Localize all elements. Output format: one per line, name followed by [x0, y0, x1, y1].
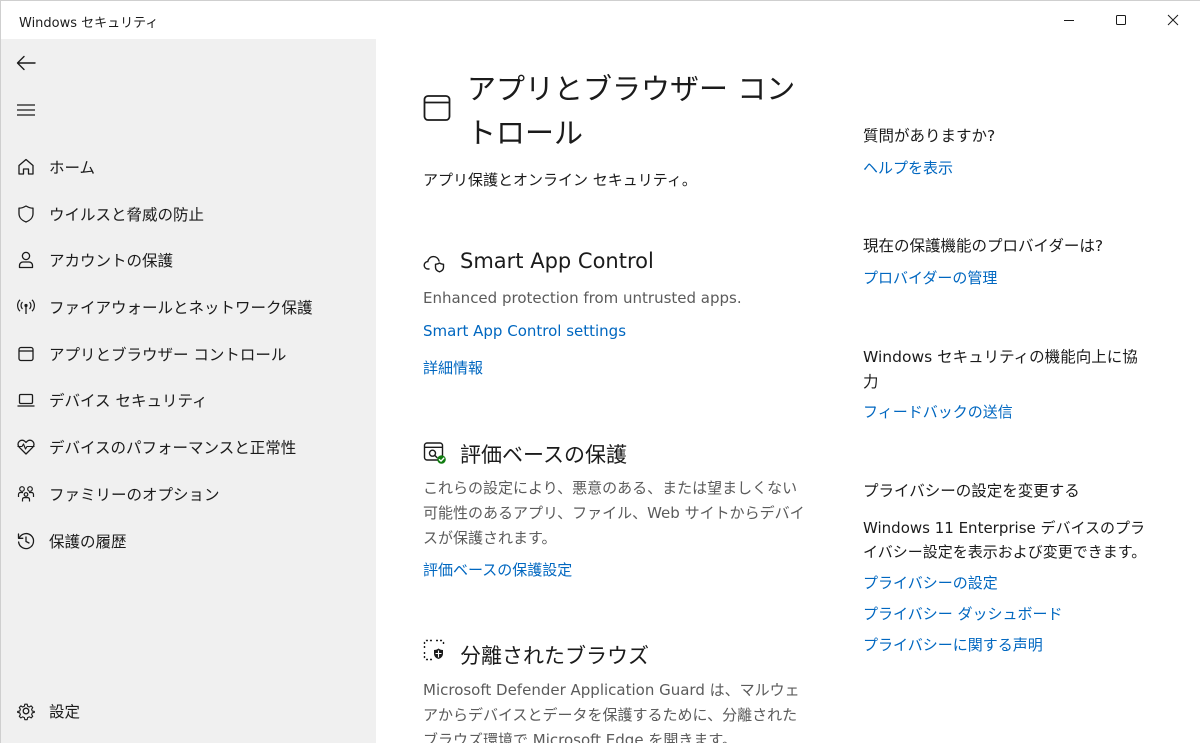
- help-heading: 質問がありますか?: [863, 127, 996, 145]
- privacy-heading: プライバシーの設定を変更する: [863, 482, 1080, 500]
- sidebar-item-firewall[interactable]: ファイアウォールとネットワーク保護: [5, 287, 370, 327]
- history-icon: [15, 530, 37, 552]
- app-window-icon: [423, 94, 451, 122]
- section-title-reputation-protection: 評価ベースの保護: [460, 443, 627, 467]
- privacy-text: Windows 11 Enterprise デバイスのプライバシー設定を表示およ…: [863, 519, 1147, 561]
- maximize-button[interactable]: [1095, 1, 1147, 39]
- sidebar-item-label: ファミリーのオプション: [49, 486, 220, 504]
- improve-heading: Windows セキュリティの機能向上に協力: [863, 348, 1138, 391]
- title-bar: Windows セキュリティ: [1, 1, 1200, 39]
- minimize-icon: [1064, 20, 1074, 21]
- close-button[interactable]: [1147, 1, 1199, 39]
- page-title: アプリとブラウザー コントロール: [467, 72, 796, 150]
- person-icon: [15, 249, 37, 271]
- sidebar-item-label: アプリとブラウザー コントロール: [49, 346, 287, 364]
- sidebar-item-account-protection[interactable]: アカウントの保護: [5, 240, 370, 280]
- sidebar-item-label: デバイスのパフォーマンスと正常性: [49, 439, 297, 457]
- sidebar-item-label: ウイルスと脅威の防止: [49, 206, 205, 224]
- close-icon: [1167, 14, 1179, 26]
- sidebar-item-device-security[interactable]: デバイス セキュリティ: [5, 380, 370, 420]
- sidebar-item-label: ファイアウォールとネットワーク保護: [49, 299, 313, 317]
- window-title: Windows セキュリティ: [19, 16, 159, 31]
- minimize-button[interactable]: [1043, 1, 1095, 39]
- laptop-icon: [15, 389, 37, 411]
- gear-icon: [15, 700, 37, 722]
- back-button[interactable]: [11, 49, 41, 77]
- learn-more-link[interactable]: 詳細情報: [423, 357, 483, 378]
- reputation-protection-settings-link[interactable]: 評価ベースの保護設定: [423, 559, 572, 580]
- provider-heading: 現在の保護機能のプロバイダーは?: [863, 237, 1104, 255]
- sidebar-item-label: アカウントの保護: [49, 252, 174, 270]
- section-text-reputation-protection: これらの設定により、悪意のある、または望ましくない可能性のあるアプリ、ファイル、…: [423, 479, 805, 547]
- sidebar-item-protection-history[interactable]: 保護の履歴: [5, 521, 370, 561]
- reputation-protection-icon: [423, 441, 447, 465]
- sidebar-item-label: デバイス セキュリティ: [49, 392, 208, 410]
- sidebar: ホーム ウイルスと脅威の防止 アカウントの保護 ファイアウォールとネットワーク保…: [1, 39, 376, 743]
- privacy-settings-link[interactable]: プライバシーの設定: [863, 572, 998, 593]
- isolated-browsing-icon: [423, 639, 447, 663]
- antenna-icon: [15, 296, 37, 318]
- sidebar-item-virus-protection[interactable]: ウイルスと脅威の防止: [5, 194, 370, 234]
- back-arrow-icon: [16, 55, 36, 71]
- smart-app-control-settings-link[interactable]: Smart App Control settings: [423, 322, 626, 340]
- privacy-statement-link[interactable]: プライバシーに関する声明: [863, 634, 1043, 655]
- home-icon: [15, 156, 37, 178]
- sidebar-item-settings[interactable]: 設定: [5, 691, 370, 731]
- heart-pulse-icon: [15, 436, 37, 458]
- get-help-link[interactable]: ヘルプを表示: [863, 157, 953, 178]
- sidebar-item-label: ホーム: [49, 159, 96, 177]
- sidebar-item-home[interactable]: ホーム: [5, 147, 370, 187]
- section-title-isolated-browsing: 分離されたブラウズ: [460, 644, 649, 668]
- hamburger-icon: [17, 104, 35, 116]
- settings-label: 設定: [49, 703, 81, 721]
- page-subtitle: アプリ保護とオンライン セキュリティ。: [423, 171, 697, 189]
- privacy-dashboard-link[interactable]: プライバシー ダッシュボード: [863, 603, 1062, 624]
- shield-icon: [15, 203, 37, 225]
- section-text-isolated-browsing: Microsoft Defender Application Guard は、マ…: [423, 681, 800, 743]
- sidebar-item-device-performance[interactable]: デバイスのパフォーマンスと正常性: [5, 427, 370, 467]
- maximize-icon: [1116, 15, 1126, 25]
- sidebar-item-family-options[interactable]: ファミリーのオプション: [5, 474, 370, 514]
- manage-providers-link[interactable]: プロバイダーの管理: [863, 267, 997, 288]
- app-window: Windows セキュリティ ホーム ウイルスと脅威の防止 アカウントの保護 フ…: [0, 0, 1200, 743]
- family-icon: [15, 483, 37, 505]
- cloud-shield-icon: [423, 253, 447, 275]
- hamburger-menu-button[interactable]: [11, 96, 41, 124]
- main-content: アプリとブラウザー コントロール アプリ保護とオンライン セキュリティ。 Sma…: [376, 39, 1200, 743]
- sidebar-item-label: 保護の履歴: [49, 533, 127, 551]
- app-window-icon: [15, 343, 37, 365]
- section-title-smart-app-control: Smart App Control: [460, 249, 654, 273]
- section-text-smart-app-control: Enhanced protection from untrusted apps.: [423, 289, 742, 307]
- send-feedback-link[interactable]: フィードバックの送信: [863, 401, 1013, 422]
- sidebar-item-app-browser-control[interactable]: アプリとブラウザー コントロール: [5, 334, 370, 374]
